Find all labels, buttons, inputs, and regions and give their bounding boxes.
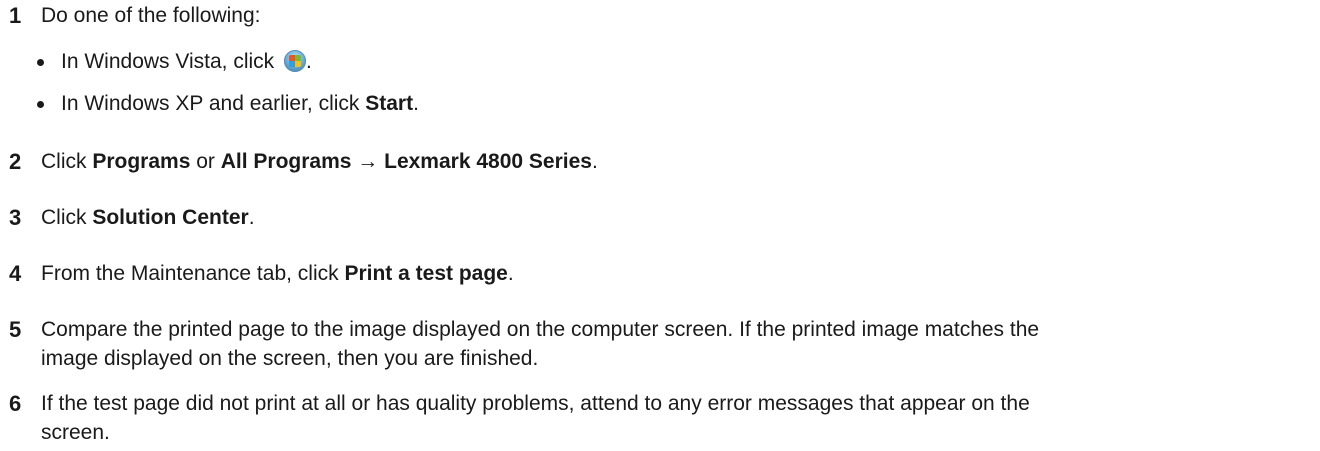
programs-label: Programs xyxy=(92,150,191,173)
bullet-text-part: . xyxy=(306,50,312,73)
step-text-line-1: Compare the printed page to the image di… xyxy=(41,318,1040,341)
print-test-page-label: Print a test page xyxy=(344,262,508,285)
step-text-line-1: If the test page did not print at all or… xyxy=(41,392,1030,415)
all-programs-path: All Programs → Lexmark 4800 Series xyxy=(220,150,592,173)
step-text: Click Programs or All Programs → Lexmark… xyxy=(41,148,598,176)
bullet-text-part: In Windows Vista, click xyxy=(61,50,281,73)
solution-center-label: Solution Center xyxy=(92,206,249,229)
step-number: 5 xyxy=(9,317,22,342)
step-number: 1 xyxy=(9,3,22,28)
text-part: or xyxy=(190,150,221,173)
text-part: . xyxy=(248,206,255,229)
bullet-text: In Windows XP and earlier, click Start. xyxy=(61,90,419,118)
text-part: Click xyxy=(41,206,93,229)
step-number: 4 xyxy=(9,261,22,286)
start-label: Start xyxy=(365,92,414,115)
step-number: 3 xyxy=(9,205,22,230)
text-part: From the Maintenance tab, click xyxy=(41,262,345,285)
text-part: . xyxy=(507,262,514,285)
bullet-text-part: . xyxy=(413,92,419,115)
bullet-dot xyxy=(37,101,44,108)
bullet-dot xyxy=(37,59,44,66)
step-number: 6 xyxy=(9,391,22,416)
step-text-line-2: image displayed on the screen, then you … xyxy=(41,347,539,370)
bullet-text-part: In Windows XP and earlier, click xyxy=(61,92,366,115)
step-text-line-2: screen. xyxy=(41,421,110,444)
step-text: Click Solution Center. xyxy=(41,204,255,232)
text-part: . xyxy=(591,150,598,173)
windows-vista-start-orb-icon xyxy=(284,50,307,72)
text-part: Click xyxy=(41,150,93,173)
bullet-text: In Windows Vista, click . xyxy=(61,48,312,76)
step-text: From the Maintenance tab, click Print a … xyxy=(41,260,514,288)
step-number: 2 xyxy=(9,149,22,174)
step-text: Do one of the following: xyxy=(41,4,261,27)
